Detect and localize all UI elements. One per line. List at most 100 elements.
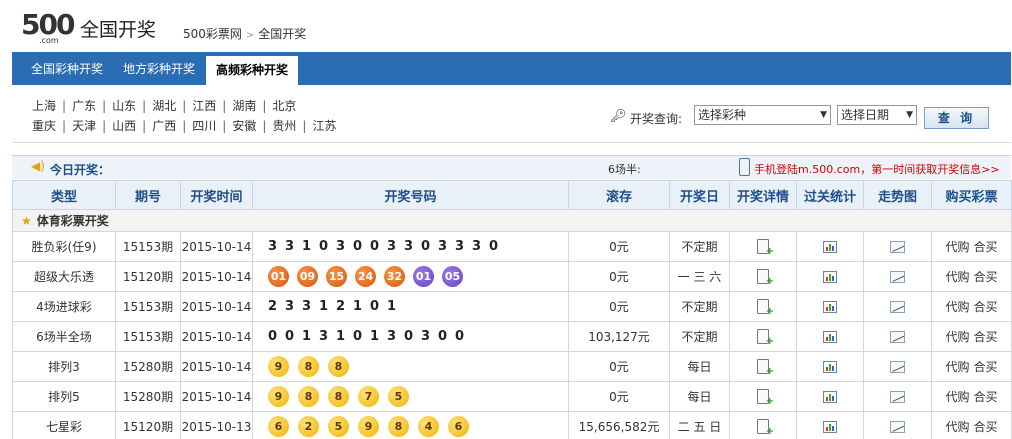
- tab-local-lottery[interactable]: 地方彩种开奖: [113, 52, 205, 85]
- region-link[interactable]: 上海: [32, 99, 56, 113]
- region-link[interactable]: 天津: [72, 119, 96, 133]
- lottery-select-value: 选择彩种: [698, 108, 747, 122]
- result-digit: 0: [285, 329, 295, 344]
- region-link[interactable]: 山东: [112, 99, 136, 113]
- buy-cell: 代购 合买: [931, 291, 1012, 322]
- buy-cell: 代购 合买: [931, 261, 1012, 292]
- trend-chart-icon[interactable]: [890, 421, 905, 433]
- table-row: 七星彩 15120期 2015-10-13 6 2 5 9 8 4 6 15,656,582元二 五…: [12, 411, 1012, 439]
- proxy-buy-link[interactable]: 代购: [945, 270, 969, 284]
- draw-detail-icon[interactable]: [757, 389, 774, 407]
- jackpot-pool: 0元: [568, 261, 670, 292]
- region-link[interactable]: 广西: [152, 119, 176, 133]
- region-link[interactable]: 江苏: [312, 119, 336, 133]
- date-select[interactable]: 选择日期 ▼: [837, 105, 917, 125]
- group-buy-link[interactable]: 合买: [974, 390, 998, 404]
- region-link[interactable]: 四川: [192, 119, 216, 133]
- lottery-type[interactable]: 胜负彩(任9): [12, 231, 116, 262]
- column-header: 过关统计: [796, 180, 864, 210]
- lottery-type[interactable]: 排列5: [12, 381, 116, 412]
- group-buy-link[interactable]: 合买: [974, 300, 998, 314]
- region-link[interactable]: 广东: [72, 99, 96, 113]
- draw-detail-icon[interactable]: [757, 239, 774, 257]
- result-digit: 0: [489, 239, 499, 254]
- jackpot-pool: 103,127元: [568, 321, 670, 352]
- proxy-buy-link[interactable]: 代购: [945, 360, 969, 374]
- lottery-type[interactable]: 排列3: [12, 351, 116, 382]
- proxy-buy-link[interactable]: 代购: [945, 420, 969, 434]
- trend-chart-icon[interactable]: [890, 271, 905, 283]
- star-icon: ★: [21, 214, 32, 228]
- result-digit: 3: [285, 239, 295, 254]
- draw-detail-icon[interactable]: [757, 359, 774, 377]
- draw-detail-icon[interactable]: [757, 329, 774, 347]
- region-link[interactable]: 山西: [112, 119, 136, 133]
- region-link[interactable]: 贵州: [272, 119, 296, 133]
- region-separator: |: [182, 119, 187, 133]
- lottery-type[interactable]: 超级大乐透: [12, 261, 116, 292]
- category-label: 体育彩票开奖: [36, 214, 109, 228]
- site-logo[interactable]: 500 .com: [21, 8, 75, 46]
- draw-detail-cell: [729, 231, 797, 262]
- bar-chart-icon[interactable]: [823, 421, 837, 433]
- mobile-site-link[interactable]: 手机登陆m.500.com，第一时间获取开奖信息>>: [754, 161, 1000, 177]
- lottery-type[interactable]: 4场进球彩: [12, 291, 116, 322]
- breadcrumb-home-link[interactable]: 500彩票网: [183, 27, 242, 41]
- group-buy-link[interactable]: 合买: [974, 270, 998, 284]
- draw-detail-icon[interactable]: [757, 299, 774, 317]
- proxy-buy-link[interactable]: 代购: [945, 390, 969, 404]
- group-buy-link[interactable]: 合买: [974, 240, 998, 254]
- red-ball: 32: [384, 266, 405, 287]
- jackpot-pool: 0元: [568, 381, 670, 412]
- trend-chart-cell: [863, 351, 932, 382]
- logo-domain: .com: [39, 36, 59, 45]
- tab-high-frequency-lottery[interactable]: 高频彩种开奖: [206, 56, 299, 85]
- region-link[interactable]: 北京: [272, 99, 296, 113]
- bar-chart-icon[interactable]: [823, 391, 837, 403]
- number-ball: 9: [268, 386, 289, 407]
- bar-chart-icon[interactable]: [823, 361, 837, 373]
- trend-chart-icon[interactable]: [890, 391, 905, 403]
- column-header: 开奖时间: [180, 180, 253, 210]
- bar-chart-icon[interactable]: [823, 271, 837, 283]
- region-separator: |: [182, 99, 187, 113]
- today-draws-bar: ◀) 今日开奖： 6场半: 手机登陆m.500.com，第一时间获取开奖信息>>: [12, 155, 1011, 179]
- draw-results-table: 类型 期号 开奖时间 开奖号码 滚存 开奖日 开奖详情 过关统计 走势图 购买彩…: [12, 180, 1012, 439]
- bar-chart-icon[interactable]: [823, 241, 837, 253]
- tab-national-lottery[interactable]: 全国彩种开奖: [21, 52, 113, 85]
- region-link[interactable]: 江西: [192, 99, 216, 113]
- trend-chart-icon[interactable]: [890, 361, 905, 373]
- lottery-select[interactable]: 选择彩种 ▼: [694, 105, 831, 125]
- trend-chart-icon[interactable]: [890, 301, 905, 313]
- draw-detail-icon[interactable]: [757, 269, 774, 287]
- region-separator: |: [262, 119, 267, 133]
- result-digit: 3: [268, 239, 278, 254]
- proxy-buy-link[interactable]: 代购: [945, 330, 969, 344]
- trend-chart-icon[interactable]: [890, 331, 905, 343]
- region-link[interactable]: 安徽: [232, 119, 256, 133]
- group-buy-link[interactable]: 合买: [974, 360, 998, 374]
- lottery-type[interactable]: 七星彩: [12, 411, 116, 439]
- key-icon: 🔑︎: [610, 109, 627, 124]
- mobile-phone-icon: [739, 158, 750, 176]
- draw-detail-icon[interactable]: [757, 419, 774, 437]
- region-link[interactable]: 重庆: [32, 119, 56, 133]
- region-link[interactable]: 湖南: [232, 99, 256, 113]
- group-buy-link[interactable]: 合买: [974, 420, 998, 434]
- buy-cell: 代购 合买: [931, 381, 1012, 412]
- result-digit: 0: [438, 329, 448, 344]
- lottery-type[interactable]: 6场半全场: [12, 321, 116, 352]
- query-button[interactable]: 查 询: [924, 107, 989, 129]
- proxy-buy-link[interactable]: 代购: [945, 300, 969, 314]
- group-buy-link[interactable]: 合买: [974, 330, 998, 344]
- region-link[interactable]: 湖北: [152, 99, 176, 113]
- bar-chart-icon[interactable]: [823, 331, 837, 343]
- proxy-buy-link[interactable]: 代购: [945, 240, 969, 254]
- table-row: 6场半全场 15153期 2015-10-14 0 0 1 3 1 0 1 3 0 3 0 0 103,127…: [12, 321, 1012, 352]
- result-digit: 3: [387, 329, 397, 344]
- draw-date: 2015-10-14: [180, 231, 253, 262]
- issue-number: 15120期: [115, 261, 181, 292]
- breadcrumb: 500彩票网 > 全国开奖: [183, 25, 306, 42]
- trend-chart-icon[interactable]: [890, 241, 905, 253]
- bar-chart-icon[interactable]: [823, 301, 837, 313]
